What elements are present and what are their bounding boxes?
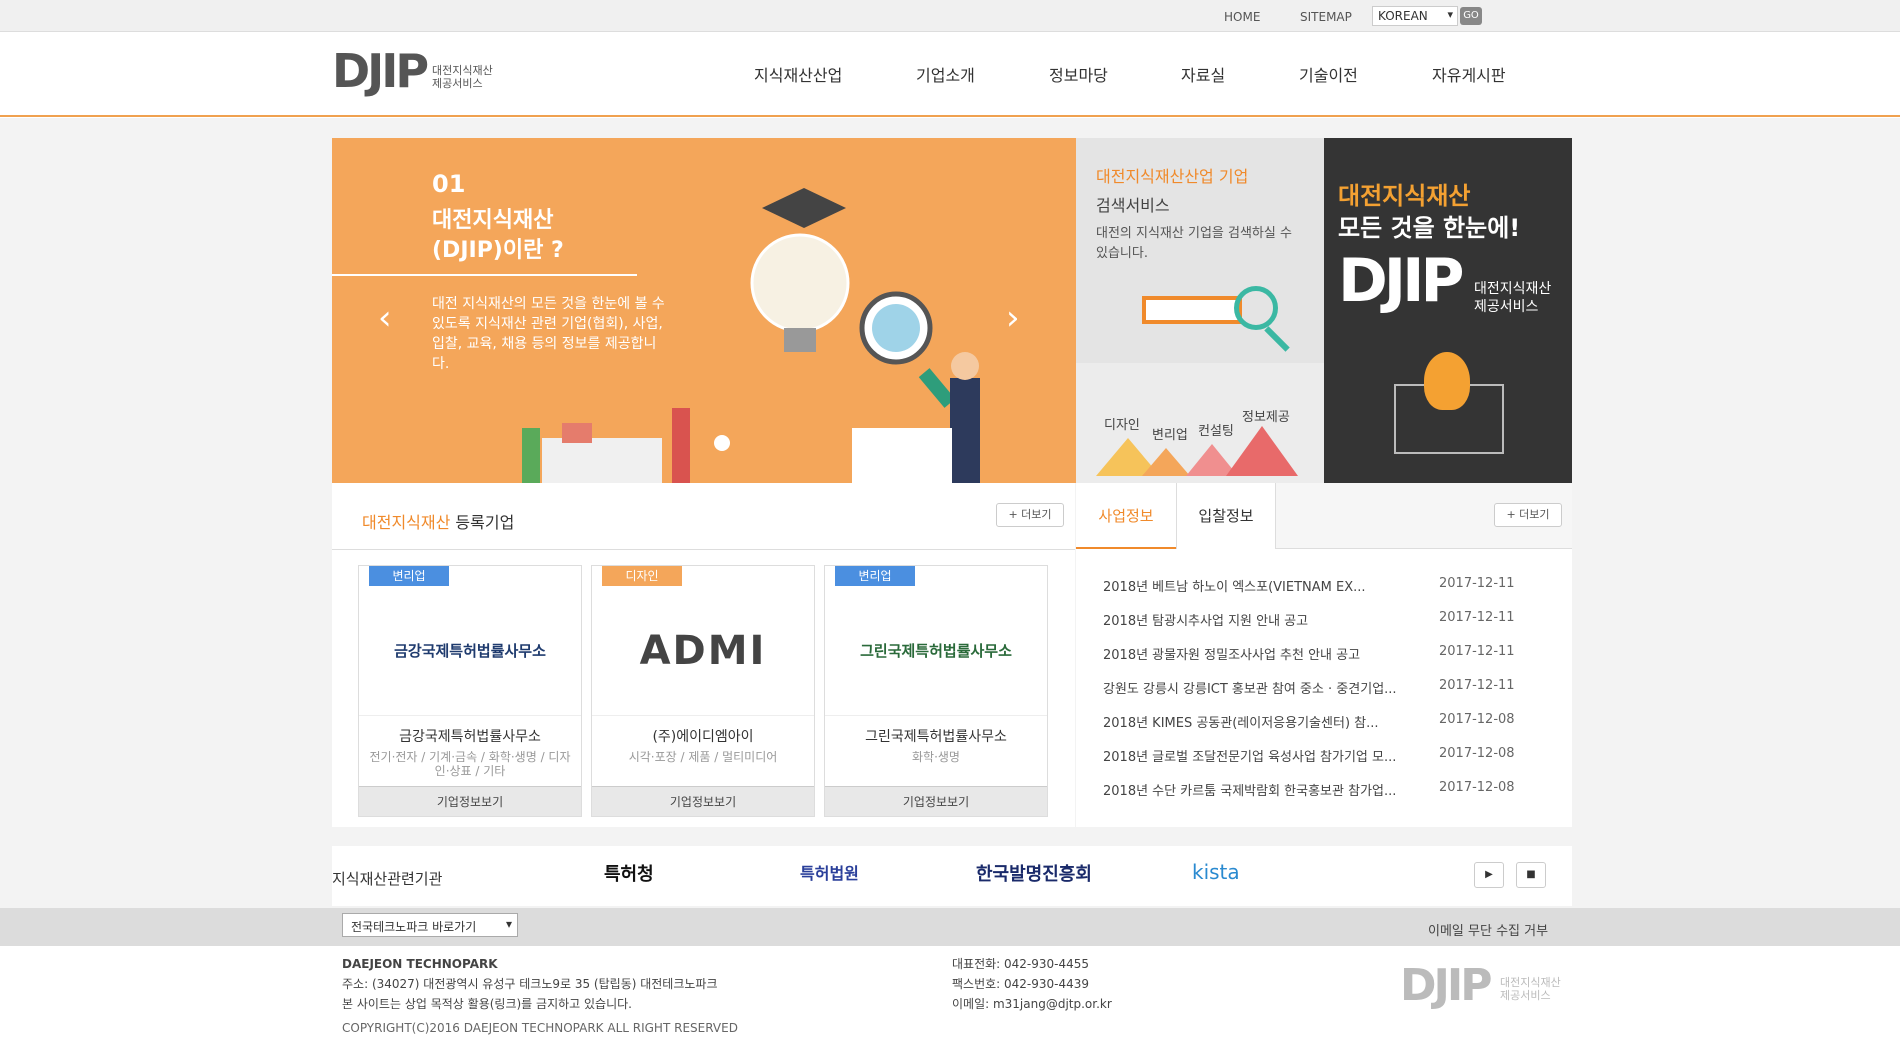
org-kipo[interactable]: 특허청 — [604, 860, 654, 886]
logo-subtitle: 대전지식재산 제공서비스 — [432, 64, 493, 90]
tab-bid-info[interactable]: 입찰정보 — [1176, 483, 1276, 549]
company-name: 금강국제특허법률사무소 — [399, 729, 541, 745]
company-info-button[interactable]: 기업정보보기 — [359, 786, 581, 816]
org-kista[interactable]: kista — [1192, 860, 1240, 884]
company-card[interactable]: 디자인 ADMI (주)에이디엠아이 시각·포장 / 제품 / 멀티미디어 기업… — [591, 565, 815, 817]
company-logo: 그린국제특허법률사무소 — [825, 586, 1047, 716]
nav-archive[interactable]: 자료실 — [1181, 62, 1225, 86]
news-item[interactable]: 2018년 탐광시추사업 지원 안내 공고 2017-12-11 — [1103, 610, 1543, 629]
news-item[interactable]: 2018년 광물자원 정밀조사사업 추천 안내 공고 2017-12-11 — [1103, 644, 1543, 663]
news-tabs: 사업정보 입찰정보 + 더보기 — [1076, 483, 1572, 549]
companies-title: 대전지식재산 등록기업 — [362, 513, 515, 532]
djip-promo-banner[interactable]: 대전지식재산 모든 것을 한눈에! DJIP 대전지식재산 제공서비스 — [1324, 138, 1572, 483]
company-card[interactable]: 변리업 그린국제특허법률사무소 그린국제특허법률사무소 화학·생명 기업정보보기 — [824, 565, 1048, 817]
nav-free-board[interactable]: 자유게시판 — [1432, 62, 1506, 86]
tab-business-info[interactable]: 사업정보 — [1076, 483, 1176, 549]
footer-copyright: COPYRIGHT(C)2016 DAEJEON TECHNOPARK ALL … — [342, 1021, 738, 1035]
footer-email: 이메일: m31jang@djtp.or.kr — [952, 997, 1112, 1011]
promo-line-2: 모든 것을 한눈에! — [1338, 214, 1521, 242]
company-category-badge: 변리업 — [835, 566, 915, 586]
home-link[interactable]: HOME — [1224, 10, 1260, 24]
orgs-title: 지식재산관련기관 — [332, 870, 443, 888]
company-logo: 금강국제특허법률사무소 — [359, 586, 581, 716]
company-name: 그린국제특허법률사무소 — [865, 729, 1007, 745]
companies-more-button[interactable]: + 더보기 — [996, 503, 1064, 527]
company-category-badge: 변리업 — [369, 566, 449, 586]
company-info-button[interactable]: 기업정보보기 — [592, 786, 814, 816]
logo-mark: DJIP — [332, 44, 429, 98]
magnifier-handle — [1264, 326, 1290, 352]
news-item[interactable]: 2018년 글로벌 조달전문기업 육성사업 참가기업 모... 2017-12-0… — [1103, 746, 1543, 765]
footer-fax: 팩스번호: 042-930-4439 — [952, 977, 1090, 991]
category-info: 정보제공 — [1242, 410, 1290, 425]
no-email-collection-link[interactable]: 이메일 무단 수집 거부 — [1428, 920, 1548, 939]
slide-illustration — [522, 188, 980, 483]
org-patent-court[interactable]: 특허법원 — [800, 860, 859, 884]
header: DJIP 대전지식재산 제공서비스 지식재산산업 기업소개 정보마당 자료실 기술… — [0, 32, 1900, 117]
footer-tel: 대표전화: 042-930-4455 — [952, 957, 1090, 971]
company-name: (주)에이디엠아이 — [652, 729, 754, 745]
category-design: 디자인 — [1104, 418, 1140, 433]
company-fields: 시각·포장 / 제품 / 멀티미디어 — [628, 750, 778, 764]
footer-org-name: DAEJEON TECHNOPARK — [342, 957, 498, 971]
related-organizations: 지식재산관련기관 특허청 특허법원 한국발명진흥회 kista ▶ ■ — [332, 846, 1572, 906]
news-more-button[interactable]: + 더보기 — [1494, 503, 1562, 527]
nav-company-intro[interactable]: 기업소개 — [916, 62, 975, 86]
company-fields: 전기·전자 / 기계·금속 / 화학·생명 / 디자인·상표 / 기타 — [369, 750, 571, 778]
footer-logo-mark: DJIP — [1400, 960, 1492, 1011]
company-search-banner[interactable]: 대전지식재산산업 기업 검색서비스 대전의 지식재산 기업을 검색하실 수 있습… — [1076, 138, 1324, 483]
news-item[interactable]: 2018년 수단 카르툼 국제박람회 한국홍보관 참가업... 2017-12-0… — [1103, 780, 1543, 799]
company-info-button[interactable]: 기업정보보기 — [825, 786, 1047, 816]
go-button[interactable]: GO — [1460, 7, 1482, 25]
org-kipa[interactable]: 한국발명진흥회 — [976, 860, 1092, 886]
site-logo[interactable]: DJIP 대전지식재산 제공서비스 — [332, 44, 502, 98]
company-card[interactable]: 변리업 금강국제특허법률사무소 금강국제특허법률사무소 전기·전자 / 기계·금… — [358, 565, 582, 817]
nav-tech-transfer[interactable]: 기술이전 — [1299, 62, 1358, 86]
hero-slider[interactable]: 01 대전지식재산 (DJIP)이란 ? 대전 지식재산의 모든 것을 한눈에 … — [332, 138, 1076, 483]
stop-icon[interactable]: ■ — [1516, 862, 1546, 888]
news-item[interactable]: 2018년 베트남 하노이 엑스포(VIETNAM EX... 2017-12-1… — [1103, 576, 1543, 595]
triangle-patent — [1142, 448, 1190, 476]
company-fields: 화학·생명 — [912, 750, 960, 764]
magnifier-icon — [1234, 286, 1278, 330]
company-logo: ADMI — [592, 586, 814, 716]
language-select[interactable]: KOREAN — [1372, 6, 1458, 26]
news-item[interactable]: 2018년 KIMES 공동관(레이저응용기술센터) 참... 2017-12-0… — [1103, 712, 1543, 731]
search-box-graphic — [1142, 296, 1242, 324]
footer-logo-subtitle: 대전지식재산 제공서비스 — [1500, 976, 1561, 1002]
company-category-badge: 디자인 — [602, 566, 682, 586]
companies-divider — [332, 549, 1075, 550]
triangle-info — [1226, 426, 1298, 476]
registered-companies-section: 대전지식재산 등록기업 + 더보기 변리업 금강국제특허법률사무소 금강국제특허… — [332, 483, 1075, 827]
footer-notice: 본 사이트는 상업 목적상 활용(링크)를 금지하고 있습니다. — [342, 997, 632, 1011]
news-item[interactable]: 강원도 강릉시 강릉ICT 홍보관 참여 중소 · 중견기업... 2017-12… — [1103, 678, 1543, 697]
nav-info[interactable]: 정보마당 — [1049, 62, 1108, 86]
search-description: 대전의 지식재산 기업을 검색하실 수 있습니다. — [1096, 226, 1292, 261]
promo-logo-mark: DJIP — [1338, 246, 1464, 316]
play-icon[interactable]: ▶ — [1474, 862, 1504, 888]
footer: DAEJEON TECHNOPARK 주소: (34027) 대전광역시 유성구… — [0, 946, 1900, 1040]
sitemap-link[interactable]: SITEMAP — [1300, 10, 1352, 24]
utility-bar: HOME SITEMAP KOREAN GO — [0, 0, 1900, 32]
footer-address: 주소: (34027) 대전광역시 유성구 테크노9로 35 (탑립동) 대전테… — [342, 977, 718, 991]
footer-bar: 전국테크노파크 바로가기 이메일 무단 수집 거부 — [0, 908, 1900, 946]
promo-logo-subtitle: 대전지식재산 제공서비스 — [1474, 281, 1552, 315]
search-title-1: 대전지식재산산업 기업 — [1096, 167, 1249, 186]
promo-line-1: 대전지식재산 — [1338, 182, 1471, 210]
business-news-section: 사업정보 입찰정보 + 더보기 2018년 베트남 하노이 엑스포(VIETNA… — [1076, 483, 1572, 827]
technopark-select[interactable]: 전국테크노파크 바로가기 — [342, 913, 518, 937]
nav-ip-industry[interactable]: 지식재산산업 — [754, 62, 842, 86]
search-title-2: 검색서비스 — [1096, 196, 1170, 215]
lightbulb-icon — [1424, 352, 1470, 410]
